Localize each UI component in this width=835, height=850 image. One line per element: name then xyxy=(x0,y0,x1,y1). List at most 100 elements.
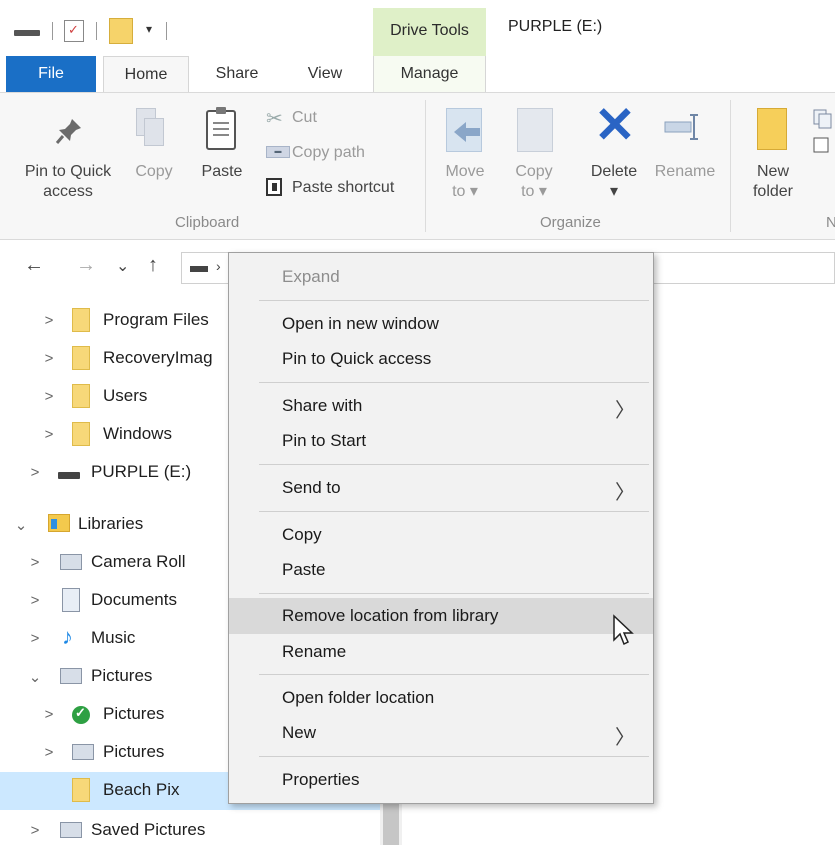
up-icon[interactable]: ↑ xyxy=(148,254,158,277)
move-to-button[interactable]: Move to ▾ xyxy=(436,162,494,202)
tab-file[interactable]: File xyxy=(6,56,96,92)
forward-icon[interactable]: → xyxy=(76,254,96,277)
new-item-icon[interactable] xyxy=(812,108,835,158)
new-folder-label-line2: folder xyxy=(752,183,794,200)
tree-item-label: Users xyxy=(103,386,148,405)
expand-chevron-icon[interactable]: > xyxy=(28,822,42,839)
menu-item-send-to[interactable]: Send to 〉 xyxy=(229,470,653,506)
menu-separator xyxy=(259,382,649,383)
copy-button[interactable]: Copy xyxy=(128,162,180,182)
tree-item-label: Windows xyxy=(103,424,172,443)
menu-item-paste[interactable]: Paste xyxy=(229,552,653,588)
recent-locations-icon[interactable]: ⌄ xyxy=(116,256,129,276)
delete-button[interactable]: Delete ▾ xyxy=(584,162,644,202)
delete-label: Delete xyxy=(590,163,638,180)
toolbar-separator xyxy=(96,22,97,40)
properties-icon[interactable]: ✓ xyxy=(64,20,84,42)
menu-item-open-folder-location[interactable]: Open folder location xyxy=(229,680,653,716)
new-folder-icon[interactable] xyxy=(109,18,133,44)
menu-item-rename[interactable]: Rename xyxy=(229,634,653,670)
new-folder-label-line1: New xyxy=(756,163,789,180)
menu-item-label: Share with xyxy=(282,396,363,415)
tab-home[interactable]: Home xyxy=(103,56,189,93)
expand-chevron-icon[interactable]: > xyxy=(42,744,56,761)
menu-item-share-with[interactable]: Share with 〉 xyxy=(229,388,653,424)
paste-shortcut-button[interactable]: Paste shortcut xyxy=(292,178,394,198)
tab-manage[interactable]: Manage xyxy=(373,56,486,92)
expand-chevron-icon[interactable]: > xyxy=(28,464,42,481)
menu-item-label: Remove location from library xyxy=(282,606,499,625)
customize-toolbar-dropdown-icon[interactable]: ▾ xyxy=(146,22,152,36)
collapse-chevron-icon[interactable]: ⌄ xyxy=(14,516,28,534)
menu-separator xyxy=(259,511,649,512)
menu-item-label: Expand xyxy=(282,267,340,286)
pin-quick-access-button[interactable]: Pin to Quick access xyxy=(14,162,122,202)
paste-icon[interactable] xyxy=(206,107,236,150)
copy-to-label-line1: Copy xyxy=(515,163,553,180)
drive-tools-label: Drive Tools xyxy=(390,22,469,39)
clipboard-group-label: Clipboard xyxy=(175,214,240,231)
copy-to-label-line2: to ▾ xyxy=(521,183,547,200)
toolbar-separator xyxy=(166,22,167,40)
organize-group-label: Organize xyxy=(540,214,601,231)
menu-separator xyxy=(259,593,649,594)
documents-icon xyxy=(62,588,80,612)
submenu-arrow-icon: 〉 xyxy=(615,727,635,749)
expand-chevron-icon[interactable]: > xyxy=(28,554,42,571)
rename-button[interactable]: Rename xyxy=(650,162,720,182)
delete-dropdown-icon: ▾ xyxy=(609,183,619,200)
tab-view[interactable]: View xyxy=(288,56,362,92)
paste-button[interactable]: Paste xyxy=(194,162,250,182)
tree-item-label: PURPLE (E:) xyxy=(91,462,192,481)
expand-chevron-icon[interactable]: > xyxy=(42,350,56,367)
menu-item-new[interactable]: New 〉 xyxy=(229,715,653,751)
tree-item-label: Libraries xyxy=(78,514,144,533)
folder-icon xyxy=(72,422,90,446)
music-icon: ♪ xyxy=(62,624,73,649)
new-folder-icon xyxy=(757,108,787,150)
expand-chevron-icon[interactable]: > xyxy=(28,630,42,647)
cut-button[interactable]: Cut xyxy=(292,108,317,128)
menu-item-expand[interactable]: Expand xyxy=(229,259,653,295)
copy-to-icon xyxy=(517,108,553,152)
tree-item-label: Saved Pictures xyxy=(91,820,206,839)
tree-item-label: Pictures xyxy=(103,704,165,723)
menu-item-label: Open folder location xyxy=(282,688,435,707)
tab-share[interactable]: Share xyxy=(200,56,274,92)
tree-item-label: Camera Roll xyxy=(91,552,186,571)
tree-item-label: Beach Pix xyxy=(103,780,180,799)
drive-icon xyxy=(14,30,40,36)
expand-chevron-icon[interactable]: > xyxy=(42,312,56,329)
menu-item-properties[interactable]: Properties xyxy=(229,762,653,798)
menu-item-pin-quick-access[interactable]: Pin to Quick access xyxy=(229,341,653,377)
folder-icon xyxy=(72,778,90,802)
expand-chevron-icon[interactable]: > xyxy=(42,706,56,723)
tree-item-label: RecoveryImag xyxy=(103,348,213,367)
menu-item-open-new-window[interactable]: Open in new window xyxy=(229,306,653,342)
left-arrow-icon xyxy=(454,122,480,142)
copy-path-button[interactable]: Copy path xyxy=(292,143,365,163)
tree-item-label: Music xyxy=(91,628,136,647)
copy-to-button[interactable]: Copy to ▾ xyxy=(506,162,562,202)
breadcrumb-chevron-icon[interactable]: › xyxy=(216,258,221,274)
back-icon[interactable]: ← xyxy=(24,254,44,277)
collapse-chevron-icon[interactable]: ⌄ xyxy=(28,668,42,686)
expand-chevron-icon[interactable]: > xyxy=(42,388,56,405)
menu-item-label: Send to xyxy=(282,478,341,497)
pin-label-line2: access xyxy=(43,183,93,200)
pin-label-line1: Pin to Quick xyxy=(24,163,112,180)
expand-chevron-icon[interactable]: > xyxy=(42,426,56,443)
menu-item-remove-location[interactable]: Remove location from library xyxy=(229,598,653,634)
tree-item-label: Program Files xyxy=(103,310,209,329)
scrollbar-thumb[interactable] xyxy=(383,800,399,845)
menu-separator xyxy=(259,756,649,757)
group-separator xyxy=(425,100,426,232)
tree-item-label: Pictures xyxy=(91,666,153,685)
menu-item-copy[interactable]: Copy xyxy=(229,517,653,553)
pin-icon[interactable] xyxy=(54,116,84,146)
tree-item[interactable]: > Saved Pictures xyxy=(0,812,380,850)
toolbar-separator xyxy=(52,22,53,40)
new-folder-button[interactable]: New folder xyxy=(742,162,804,202)
menu-item-pin-to-start[interactable]: Pin to Start xyxy=(229,423,653,459)
expand-chevron-icon[interactable]: > xyxy=(28,592,42,609)
